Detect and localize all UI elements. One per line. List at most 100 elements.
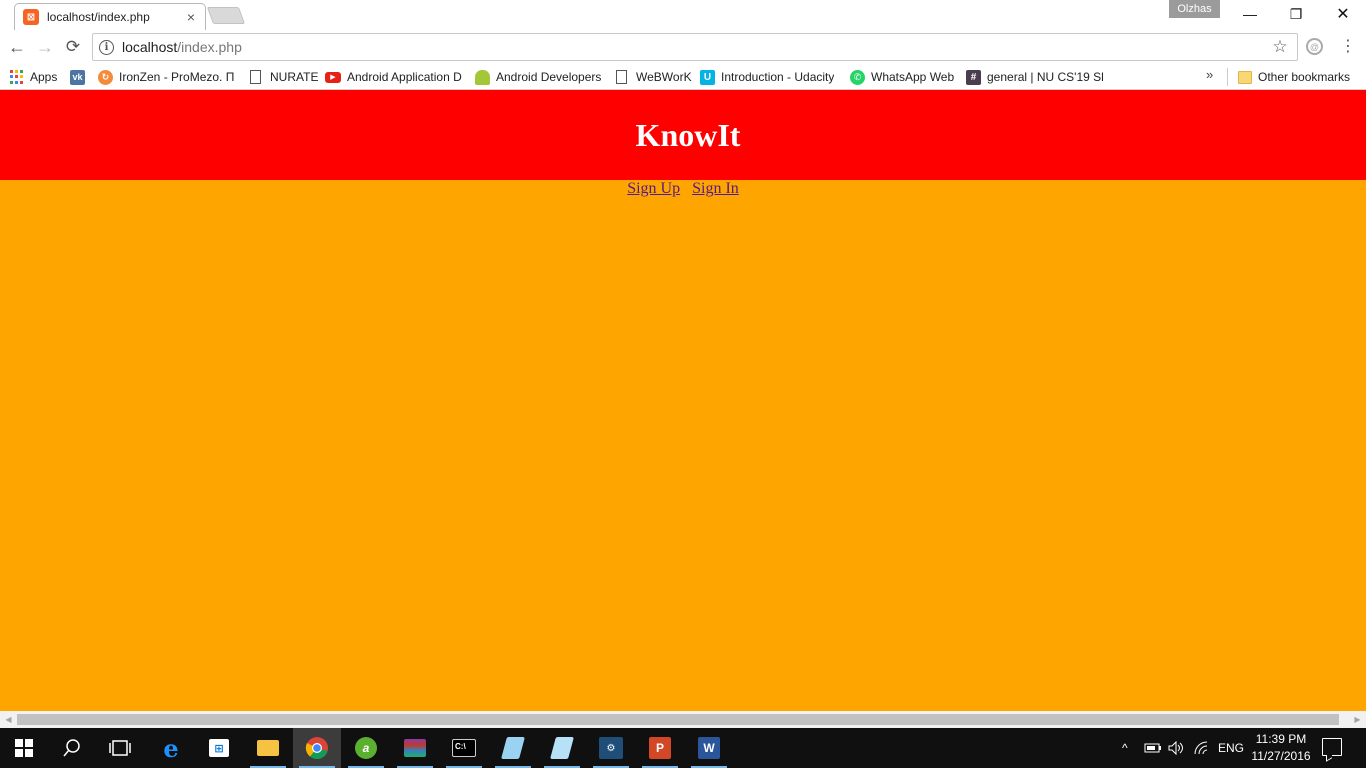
minimize-button[interactable]: —	[1227, 0, 1273, 28]
notepad-icon	[501, 737, 525, 759]
taskbar-powerpoint[interactable]: P	[636, 728, 684, 768]
site-header: KnowIt	[0, 90, 1366, 180]
bookmark-udacity[interactable]: U Introduction - Udacity	[700, 67, 834, 87]
bookmark-label: Introduction - Udacity	[721, 70, 835, 84]
bookmark-android-developers[interactable]: Android Developers	[475, 67, 601, 87]
reload-button[interactable]: ⟳	[62, 36, 84, 58]
scroll-left-icon[interactable]: ◀	[0, 711, 17, 728]
word-icon: W	[698, 737, 720, 759]
page-icon	[250, 70, 261, 84]
taskbar-chrome[interactable]	[293, 728, 341, 768]
udacity-icon: U	[700, 69, 715, 85]
android-icon	[475, 69, 490, 85]
search-button[interactable]	[48, 728, 96, 768]
other-bookmarks[interactable]: Other bookmarks	[1238, 67, 1350, 87]
volume-icon	[1168, 741, 1183, 755]
youtube-icon: ▶	[325, 71, 341, 83]
bookmark-vk[interactable]: vk	[70, 67, 91, 87]
page-viewport: KnowIt Sign Up Sign In	[0, 90, 1366, 711]
store-icon: ⊞	[209, 739, 229, 757]
horizontal-scrollbar[interactable]: ◀ ▶	[0, 711, 1366, 728]
bookmark-label: Apps	[30, 70, 58, 84]
file-explorer-icon	[257, 740, 279, 756]
scrollbar-thumb[interactable]	[17, 714, 1339, 725]
tab-close-icon[interactable]: ×	[185, 9, 197, 25]
aptana-icon: a	[355, 737, 377, 759]
sign-in-link[interactable]: Sign In	[692, 180, 739, 197]
apps-grid-icon	[10, 70, 24, 84]
chevron-up-icon: ^	[1122, 741, 1128, 755]
forward-button[interactable]: →	[34, 36, 56, 58]
site-info-icon[interactable]: i	[99, 39, 114, 55]
extension-icon[interactable]: @	[1306, 38, 1323, 55]
edge-icon: e	[163, 733, 179, 763]
bookmark-whatsapp[interactable]: ✆ WhatsApp Web	[850, 67, 954, 87]
other-bookmarks-label: Other bookmarks	[1258, 70, 1351, 84]
bookmarks-bar: Apps vk ↻ IronZen - ProMezo. П NURATE ▶ …	[0, 64, 1366, 90]
taskbar-aptana[interactable]: a	[342, 728, 390, 768]
scroll-right-icon[interactable]: ▶	[1349, 711, 1366, 728]
winrar-icon	[404, 739, 426, 757]
wifi-icon	[1194, 741, 1208, 755]
tray-volume[interactable]	[1167, 728, 1185, 768]
start-button[interactable]	[0, 728, 48, 768]
taskbar-clock[interactable]: 11:39 PM 11/27/2016	[1246, 731, 1316, 765]
bookmark-label: general | NU CS'19 Sla	[987, 70, 1104, 84]
tab-title: localhost/index.php	[47, 10, 150, 24]
tray-language[interactable]: ENG	[1218, 728, 1244, 768]
notifications-icon[interactable]	[1322, 738, 1342, 756]
address-host: localhost	[122, 39, 178, 55]
task-view-icon	[109, 740, 131, 756]
cmd-icon: C:\	[452, 739, 476, 757]
taskbar-mysql-workbench[interactable]: ⚙	[587, 728, 635, 768]
whatsapp-icon: ✆	[850, 69, 865, 85]
bookmarks-separator	[1227, 68, 1228, 86]
new-tab-button[interactable]	[206, 7, 246, 24]
site-title: KnowIt	[635, 116, 741, 153]
bookmark-ironzen[interactable]: ↻ IronZen - ProMezo. П	[98, 67, 234, 87]
task-view-button[interactable]	[96, 728, 144, 768]
maximize-button[interactable]: ❐	[1273, 0, 1319, 28]
profile-button[interactable]: Olzhas	[1169, 0, 1220, 18]
bookmark-label: WeBWorK	[636, 70, 692, 84]
address-text[interactable]: localhost/index.php	[122, 39, 1269, 55]
taskbar-winrar[interactable]	[391, 728, 439, 768]
address-path: /index.php	[177, 39, 242, 55]
bookmarks-overflow-button[interactable]: »	[1206, 67, 1213, 82]
taskbar-store[interactable]: ⊞	[195, 728, 243, 768]
xampp-favicon-icon: ⊠	[23, 9, 39, 25]
taskbar-notepad[interactable]	[489, 728, 537, 768]
tray-overflow-button[interactable]: ^	[1122, 728, 1128, 768]
taskbar-edge[interactable]: e	[147, 728, 195, 768]
browser-toolbar: ← → ⟳ i localhost/index.php ☆	[0, 30, 1366, 64]
taskbar-notepad2[interactable]	[538, 728, 586, 768]
bookmark-android-application[interactable]: ▶ Android Application D	[325, 67, 462, 87]
tab-localhost[interactable]: ⊠ localhost/index.php ×	[14, 3, 206, 30]
page-icon	[616, 70, 627, 84]
tray-battery[interactable]	[1144, 728, 1162, 768]
bookmark-label: WhatsApp Web	[871, 70, 955, 84]
bookmark-nurate[interactable]: NURATE	[250, 67, 318, 87]
chrome-icon	[305, 737, 328, 759]
tray-network[interactable]	[1194, 728, 1210, 768]
sign-up-link[interactable]: Sign Up	[627, 180, 680, 197]
chrome-menu-button[interactable]: ⋮	[1340, 36, 1356, 58]
taskbar-word[interactable]: W	[685, 728, 733, 768]
search-icon	[63, 739, 80, 757]
bookmark-webwork[interactable]: WeBWorK	[616, 67, 692, 87]
bookmark-star-icon[interactable]: ☆	[1269, 37, 1291, 57]
bookmark-slack[interactable]: # general | NU CS'19 Sla	[966, 67, 1104, 87]
vk-icon: vk	[70, 69, 85, 85]
back-button[interactable]: ←	[6, 36, 28, 58]
slack-icon: #	[966, 69, 981, 85]
battery-icon	[1144, 743, 1161, 753]
address-bar[interactable]: i localhost/index.php ☆	[92, 33, 1298, 61]
bookmark-apps[interactable]: Apps	[10, 67, 57, 87]
taskbar-cmd[interactable]: C:\	[440, 728, 488, 768]
site-nav: Sign Up Sign In	[0, 180, 1366, 198]
bookmark-label: IronZen - ProMezo. П	[119, 70, 234, 84]
bookmark-label: NURATE	[270, 70, 319, 84]
ironzen-icon: ↻	[98, 69, 113, 85]
close-window-button[interactable]: ✕	[1320, 0, 1366, 28]
taskbar-file-explorer[interactable]	[244, 728, 292, 768]
